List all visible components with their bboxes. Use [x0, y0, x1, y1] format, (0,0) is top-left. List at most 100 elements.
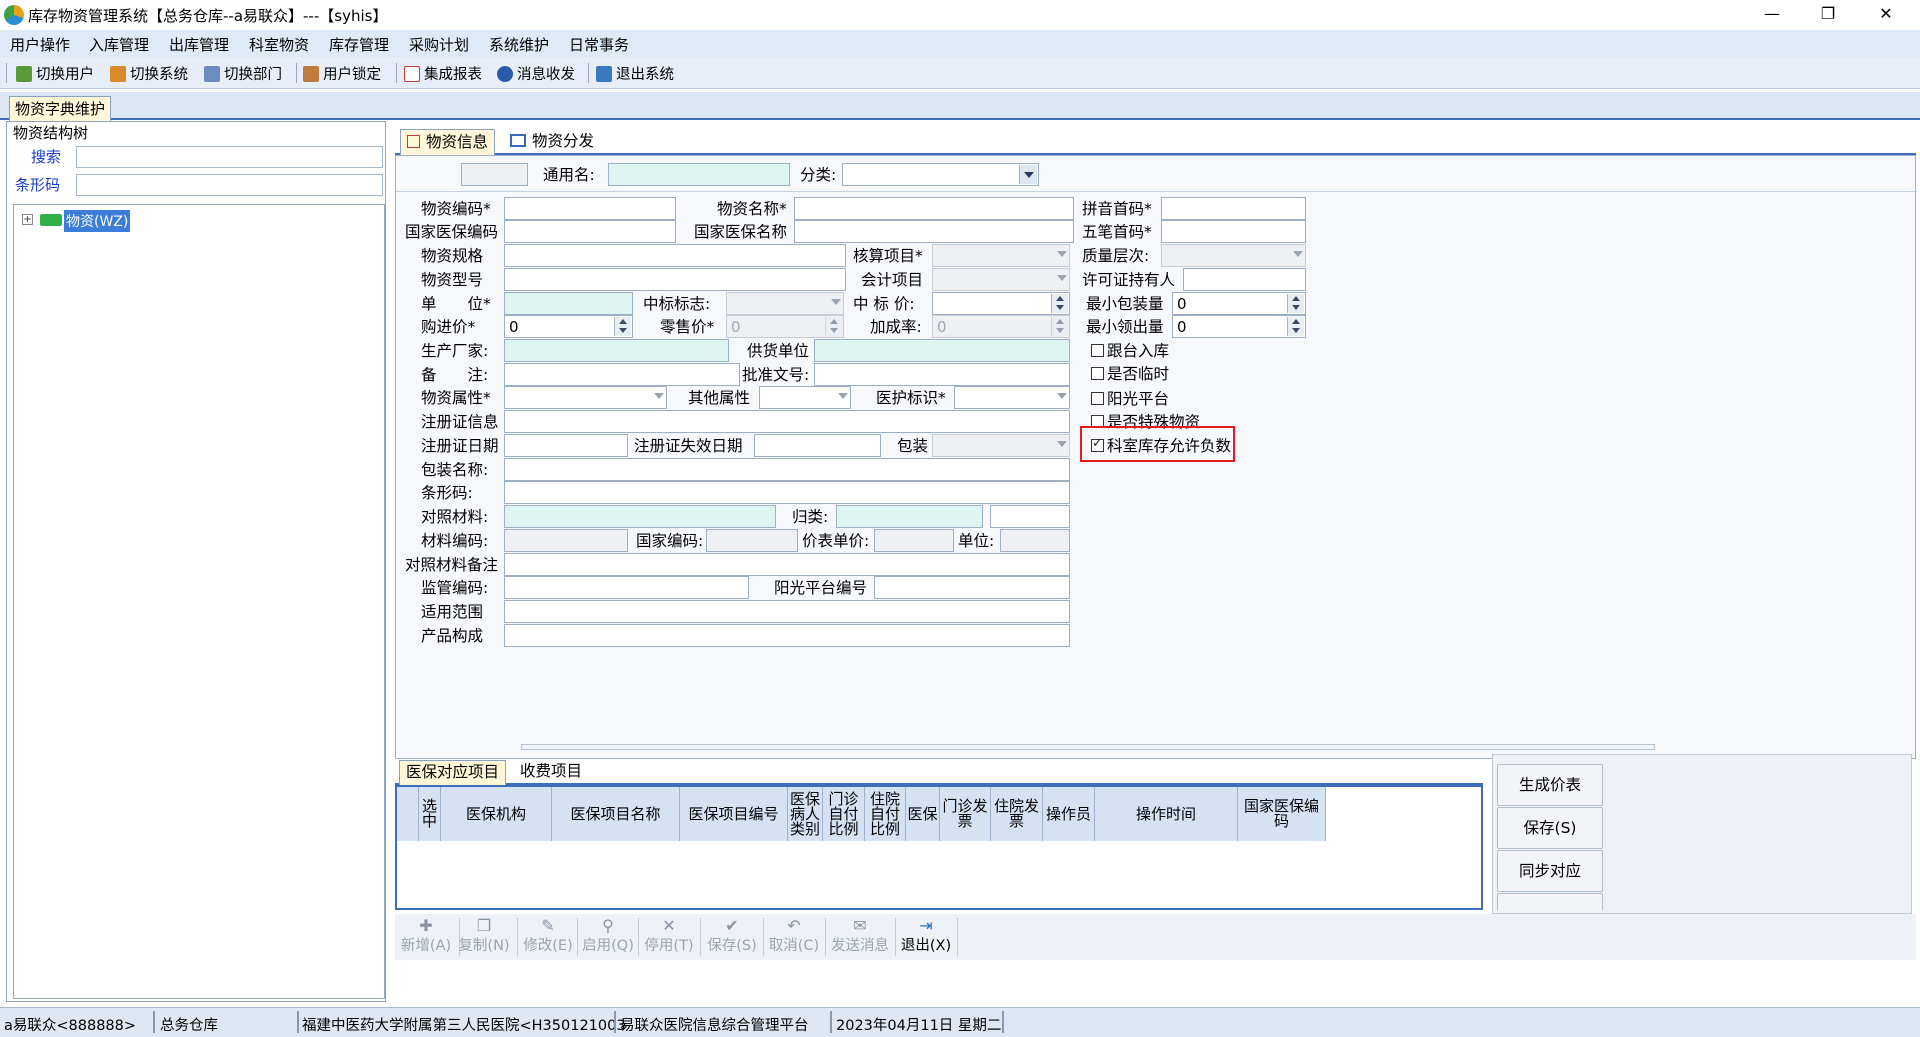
purchase-price-input[interactable]: 0	[504, 315, 633, 338]
grid-header-insurance[interactable]: 医保	[906, 787, 940, 841]
scope-input[interactable]	[504, 600, 1070, 623]
exit-button[interactable]: ⇥ 退出(X)	[895, 914, 957, 960]
reg-info-input[interactable]	[504, 410, 1070, 433]
manufacturer-input[interactable]	[504, 339, 729, 362]
grid-header-item-no[interactable]: 医保项目编号	[680, 787, 788, 841]
unit2-input[interactable]	[1000, 529, 1070, 552]
tab-insurance-items[interactable]: 医保对应项目	[399, 760, 507, 785]
ref-remark-input[interactable]	[504, 553, 1070, 576]
model-input[interactable]	[504, 268, 846, 291]
price-unit-input[interactable]	[874, 529, 954, 552]
edit-button[interactable]: ✎ 修改(E)	[517, 914, 579, 960]
wubi-input[interactable]	[1161, 220, 1306, 243]
sunshine-platform-checkbox[interactable]	[1091, 392, 1104, 405]
remark-input[interactable]	[504, 363, 740, 386]
grid-header-org[interactable]: 医保机构	[441, 787, 552, 841]
material-code2-input[interactable]	[504, 529, 628, 552]
spinner-icon[interactable]	[614, 317, 631, 336]
close-button[interactable]: ✕	[1858, 0, 1914, 30]
composition-input[interactable]	[504, 624, 1070, 647]
classify-extra-input[interactable]	[990, 505, 1070, 528]
approval-no-input[interactable]	[814, 363, 1070, 386]
disable-button[interactable]: ✕ 停用(T)	[638, 914, 700, 960]
nhis-name-input[interactable]	[794, 220, 1074, 243]
menu-user-ops[interactable]: 用户操作	[10, 34, 70, 55]
unit-input[interactable]	[504, 292, 633, 315]
user-lock-button[interactable]: 用户锁定	[303, 63, 381, 84]
package-select[interactable]	[932, 434, 1070, 457]
quality-select[interactable]	[1161, 244, 1306, 267]
menu-dept-supplies[interactable]: 科室物资	[249, 34, 309, 55]
material-code-input[interactable]	[504, 197, 676, 220]
add-button[interactable]: ✚ 新增(A)	[395, 914, 457, 960]
tab-charge-items[interactable]: 收费项目	[520, 760, 582, 785]
barcode-input[interactable]	[504, 481, 1070, 504]
save-mapping-button[interactable]: 保存(S)	[1497, 807, 1603, 849]
spec-input[interactable]	[504, 244, 846, 267]
menu-daily[interactable]: 日常事务	[569, 34, 629, 55]
switch-system-button[interactable]: 切换系统	[110, 63, 188, 84]
horizontal-scrollbar[interactable]	[521, 744, 1655, 750]
spinner-icon[interactable]	[1051, 294, 1068, 313]
reg-expire-input[interactable]	[754, 434, 881, 457]
other-attr-select[interactable]	[759, 386, 851, 409]
search-input[interactable]	[76, 146, 383, 168]
enable-button[interactable]: ⚲ 启用(Q)	[577, 914, 639, 960]
grid-header-inpatient-ratio[interactable]: 住院自付比例	[865, 787, 906, 841]
bid-flag-select[interactable]	[726, 292, 844, 315]
send-message-button[interactable]: ✉ 发送消息	[825, 914, 895, 960]
tab-material-distribution[interactable]: 物资分发	[510, 129, 594, 155]
reg-date-input[interactable]	[504, 434, 628, 457]
classify-input[interactable]	[836, 505, 983, 528]
grid-header-operator[interactable]: 操作员	[1043, 787, 1095, 841]
filter-code-input[interactable]	[461, 163, 528, 186]
grid-header-outpatient-ratio[interactable]: 门诊自付比例	[823, 787, 865, 841]
markup-input[interactable]: 0	[932, 315, 1070, 338]
switch-user-button[interactable]: 切换用户	[16, 63, 94, 84]
supplier-input[interactable]	[814, 339, 1070, 362]
tab-material-dictionary[interactable]: 物资字典维护	[9, 96, 112, 122]
account-item-select[interactable]	[932, 268, 1070, 291]
menu-inventory[interactable]: 库存管理	[329, 34, 389, 55]
menu-system[interactable]: 系统维护	[489, 34, 549, 55]
restore-button[interactable]: ❐	[1800, 0, 1856, 30]
sunshine-no-input[interactable]	[874, 576, 1070, 599]
care-mark-select[interactable]	[954, 386, 1070, 409]
grid-header-outpatient-invoice[interactable]: 门诊发票	[940, 787, 991, 841]
grid-header-op-time[interactable]: 操作时间	[1095, 787, 1238, 841]
tab-material-info[interactable]: 物资信息	[400, 129, 496, 155]
barcode-search-input[interactable]	[76, 174, 383, 196]
national-code-input[interactable]	[706, 529, 798, 552]
pack-name-input[interactable]	[504, 458, 1070, 481]
menu-outbound[interactable]: 出库管理	[169, 34, 229, 55]
min-issue-input[interactable]: 0	[1172, 315, 1306, 338]
menu-purchase-plan[interactable]: 采购计划	[409, 34, 469, 55]
category-select[interactable]	[842, 163, 1039, 186]
spinner-icon[interactable]	[1287, 294, 1304, 313]
reports-button[interactable]: 集成报表	[404, 63, 482, 84]
sync-mapping-button[interactable]: 同步对应	[1497, 850, 1603, 892]
material-name-input[interactable]	[794, 197, 1074, 220]
generate-price-button[interactable]: 生成价表	[1497, 764, 1603, 806]
spinner-icon[interactable]	[1287, 317, 1304, 336]
exit-system-button[interactable]: 退出系统	[596, 63, 674, 84]
follow-inbound-checkbox[interactable]	[1091, 344, 1104, 357]
more-button[interactable]	[1497, 893, 1603, 911]
temporary-checkbox[interactable]	[1091, 367, 1104, 380]
nhis-code-input[interactable]	[504, 220, 676, 243]
switch-dept-button[interactable]: 切换部门	[204, 63, 282, 84]
expand-icon[interactable]: +	[22, 214, 33, 225]
accounting-select[interactable]	[932, 244, 1070, 267]
cancel-button[interactable]: ↶ 取消(C)	[763, 914, 825, 960]
grid-header-select[interactable]: 选中	[419, 787, 441, 841]
grid-header-item-name[interactable]: 医保项目名称	[552, 787, 680, 841]
messages-button[interactable]: 消息收发	[497, 63, 575, 84]
bid-price-input[interactable]	[932, 292, 1070, 315]
grid-header-patient-type[interactable]: 医保病人类别	[788, 787, 823, 841]
minimize-button[interactable]: —	[1744, 0, 1800, 30]
save-button[interactable]: ✔ 保存(S)	[701, 914, 763, 960]
retail-price-input[interactable]: 0	[726, 315, 844, 338]
ref-material-input[interactable]	[504, 505, 776, 528]
pinyin-input[interactable]	[1161, 197, 1306, 220]
min-pack-input[interactable]: 0	[1172, 292, 1306, 315]
